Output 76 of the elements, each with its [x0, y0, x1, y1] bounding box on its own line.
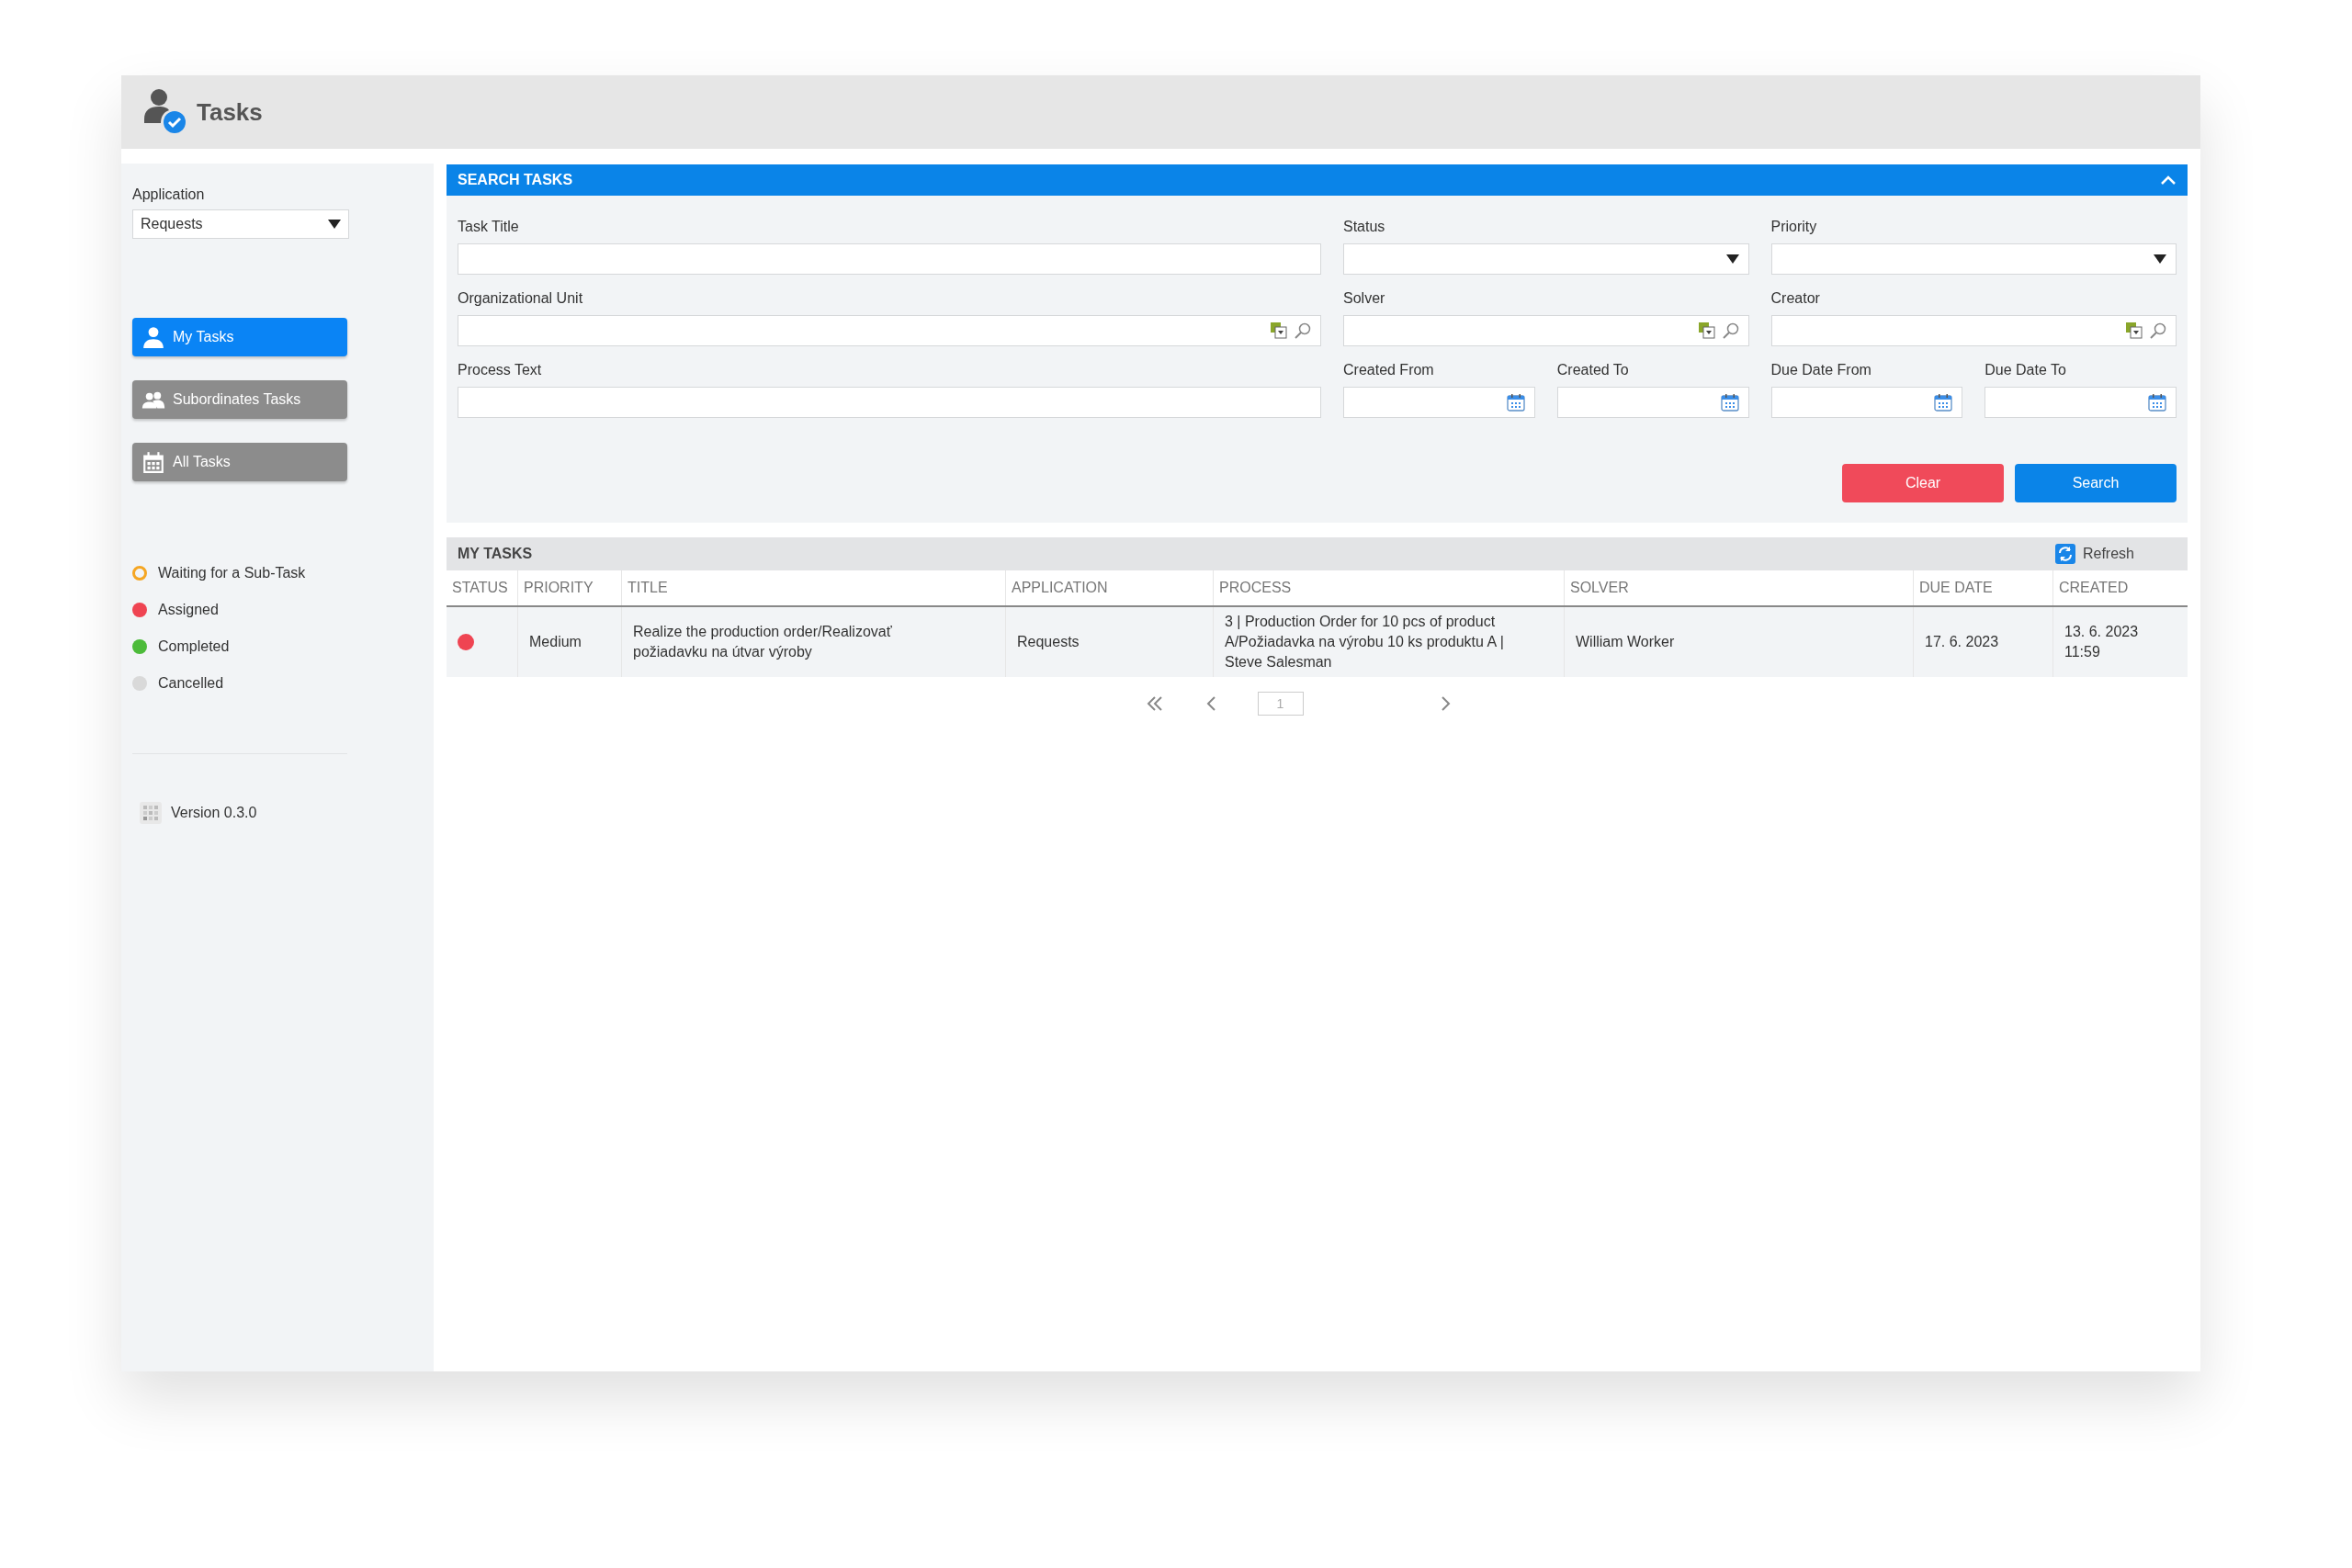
nav-button[interactable]: All Tasks [132, 443, 347, 481]
field-label: Status [1343, 218, 1386, 236]
lookup-field[interactable] [1343, 315, 1749, 346]
legend-label: Waiting for a Sub-Task [158, 564, 306, 582]
panel-title: SEARCH TASKS [458, 171, 573, 189]
panel-title: MY TASKS [458, 545, 533, 563]
picker-icon[interactable] [2126, 322, 2143, 339]
next-page-icon[interactable] [1439, 694, 1453, 713]
lookup-field[interactable] [1770, 315, 2177, 346]
legend-label: Completed [158, 637, 230, 656]
dropdown-caret-icon [2154, 254, 2166, 265]
dropdown-field[interactable]: Requests [132, 209, 349, 239]
date-field[interactable] [1556, 387, 1749, 418]
table-cell-text: William Worker [1576, 633, 1675, 651]
version-text: Version 0.3.0 [171, 804, 257, 822]
picker-icon[interactable] [1271, 322, 1287, 339]
refresh-button[interactable]: Refresh [2054, 543, 2177, 565]
field-label: Application [132, 186, 206, 204]
page-number-field[interactable]: 1 [1257, 692, 1304, 716]
field-label: Created To [1556, 361, 1630, 379]
calendar-icon [141, 450, 165, 474]
legend-label: Assigned [158, 601, 219, 619]
table-cell-text: 17. 6. 2023 [1925, 633, 1999, 651]
field-label: Priority [1770, 218, 1818, 236]
dropdown-caret-icon [328, 219, 341, 230]
lookup-field[interactable] [458, 315, 1321, 346]
grid-icon [140, 802, 162, 824]
refresh-icon [2054, 544, 2075, 564]
user-icon [141, 325, 165, 349]
field-label: Task Title [458, 218, 520, 236]
column-header: DUE DATE [1919, 579, 1993, 597]
dropdown-caret-icon [1725, 254, 1739, 265]
field-label: Due Date From [1770, 361, 1872, 379]
field-label: Process Text [458, 361, 543, 379]
app-title: Tasks [197, 96, 263, 128]
date-field[interactable] [1770, 387, 1963, 418]
clear-button[interactable]: Clear [1842, 464, 2004, 502]
picker-icon[interactable] [1698, 322, 1715, 339]
field-label: Creator [1770, 289, 1821, 308]
column-header: PROCESS [1219, 579, 1292, 597]
table-row[interactable] [447, 607, 2188, 677]
dropdown-field[interactable] [1343, 243, 1749, 275]
search-button[interactable]: Search [2015, 464, 2177, 502]
column-header: STATUS [452, 579, 508, 597]
date-field[interactable] [1343, 387, 1535, 418]
date-field[interactable] [1984, 387, 2177, 418]
search-icon[interactable] [2150, 322, 2166, 339]
calendar-icon[interactable] [2148, 393, 2166, 412]
table-cell-text: Medium [529, 633, 582, 651]
field-label: Created From [1343, 361, 1435, 379]
search-icon[interactable] [1295, 322, 1311, 339]
text-input-field[interactable] [458, 387, 1321, 418]
column-header: SOLVER [1570, 579, 1629, 597]
field-label: Due Date To [1984, 361, 2067, 379]
calendar-icon[interactable] [1934, 393, 1953, 412]
dropdown-field[interactable] [1770, 243, 2177, 275]
chevron-up-icon[interactable] [2160, 175, 2177, 186]
column-header: APPLICATION [1012, 579, 1108, 597]
table-cell-text: 3 | Production Order for 10 pcs of product A/Požiadavka na výrobu 10 ks produktu A | Steve Salesman [1225, 613, 1505, 671]
column-header: CREATED [2059, 579, 2129, 597]
column-header: PRIORITY [524, 579, 594, 597]
user-check-logo-icon [141, 89, 187, 135]
nav-button[interactable]: My Tasks [132, 318, 347, 356]
column-header: TITLE [628, 579, 668, 597]
nav-button[interactable]: Subordinates Tasks [132, 380, 347, 419]
calendar-icon[interactable] [1720, 393, 1739, 412]
field-label: Organizational Unit [458, 289, 584, 308]
table-cell-text: Realize the production order/Realizovať požiadavku na útvar výroby [633, 623, 893, 661]
field-label: Solver [1343, 289, 1386, 308]
first-page-icon[interactable] [1145, 694, 1164, 713]
calendar-icon[interactable] [1506, 393, 1525, 412]
table-cell-text: 13. 6. 2023 11:59 [2064, 623, 2140, 661]
legend-label: Cancelled [158, 674, 224, 693]
search-icon[interactable] [1722, 322, 1739, 339]
table-cell-text: Requests [1017, 633, 1080, 651]
text-input-field[interactable] [458, 243, 1321, 275]
